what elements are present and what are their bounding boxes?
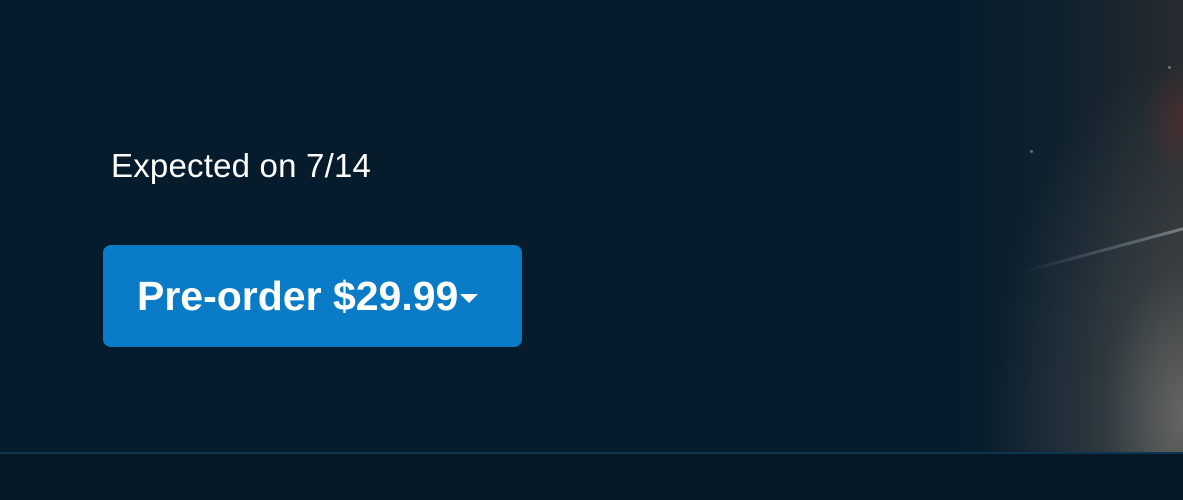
release-date-text: Expected on 7/14 xyxy=(111,147,372,184)
artwork-glow xyxy=(1143,60,1183,180)
page: Expected on 7/14 Pre-order $29.99 xyxy=(0,0,1183,500)
preorder-button[interactable]: Pre-order $29.99 xyxy=(103,245,522,347)
artwork-particle xyxy=(1030,150,1033,153)
artwork-light-streak xyxy=(1019,222,1183,275)
artwork-particle xyxy=(1168,66,1171,69)
hero-artwork xyxy=(953,0,1183,452)
caret-down-icon[interactable] xyxy=(460,293,479,303)
hero-banner: Expected on 7/14 Pre-order $29.99 xyxy=(0,0,1183,452)
preorder-button-label: Pre-order $29.99 xyxy=(137,273,459,319)
lower-section xyxy=(0,454,1183,500)
